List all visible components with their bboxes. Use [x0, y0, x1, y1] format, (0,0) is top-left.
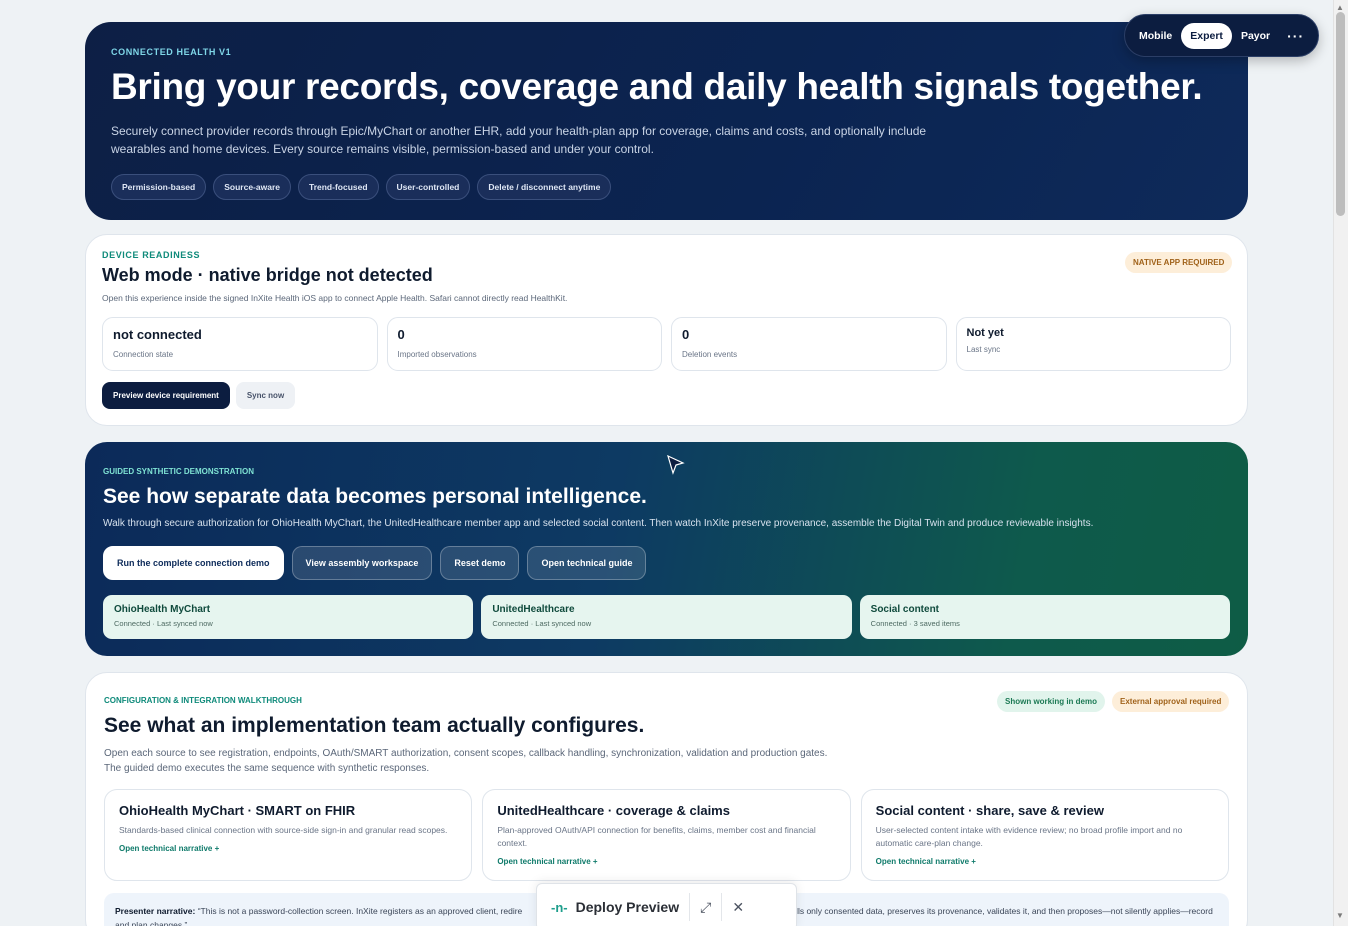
- hero-description: Securely connect provider records throug…: [111, 123, 927, 157]
- deploy-logo-icon: -n-: [551, 899, 568, 915]
- pill-delete-disconnect: Delete / disconnect anytime: [477, 173, 612, 200]
- narrative-text: “This is not a password-collection scree…: [197, 906, 523, 916]
- mode-mobile-button[interactable]: Mobile: [1130, 23, 1181, 49]
- stat-value: 0: [397, 327, 405, 342]
- source-ohiohealth[interactable]: OhioHealth MyChart Connected · Last sync…: [103, 595, 474, 639]
- scroll-up-icon[interactable]: ▲: [1336, 3, 1344, 12]
- stat-label: Connection state: [113, 350, 174, 359]
- mode-payor-button[interactable]: Payor: [1232, 23, 1279, 49]
- stat-label: Last sync: [966, 345, 1001, 354]
- external-approval-badge: External approval required: [1112, 691, 1230, 712]
- run-connection-demo-button[interactable]: Run the complete connection demo: [103, 546, 284, 580]
- connected-sources: OhioHealth MyChart Connected · Last sync…: [103, 595, 1230, 639]
- stat-value: Not yet: [966, 327, 1004, 339]
- close-icon[interactable]: ✕: [732, 899, 744, 916]
- config-title: See what an implementation team actually…: [104, 714, 645, 737]
- open-technical-narrative-link[interactable]: Open technical narrative +: [876, 857, 1214, 866]
- open-technical-narrative-link[interactable]: Open technical narrative +: [119, 844, 457, 853]
- tile-title: UnitedHealthcare · coverage & claims: [497, 803, 730, 818]
- stat-last-sync: Not yet Last sync: [955, 317, 1231, 371]
- divider: [689, 893, 691, 921]
- stat-connection-state: not connected Connection state: [102, 317, 378, 371]
- deploy-preview-bar: -n- Deploy Preview ⤢ ✕: [536, 883, 797, 926]
- tile-ohiohealth-smart-fhir: OhioHealth MyChart · SMART on FHIR Stand…: [104, 789, 473, 881]
- expand-icon[interactable]: ⤢: [700, 899, 711, 916]
- demo-title: See how separate data becomes personal i…: [103, 485, 647, 508]
- open-technical-narrative-link[interactable]: Open technical narrative +: [497, 857, 835, 866]
- view-assembly-workspace-button[interactable]: View assembly workspace: [291, 546, 433, 580]
- reset-demo-button[interactable]: Reset demo: [440, 546, 520, 580]
- native-app-required-badge: NATIVE APP REQUIRED: [1125, 252, 1233, 273]
- demo-description: Walk through secure authorization for Oh…: [103, 518, 1094, 529]
- mode-switch: Mobile Expert Payor ···: [1124, 14, 1319, 57]
- hero-eyebrow: CONNECTED HEALTH V1: [111, 47, 232, 57]
- tile-description: Standards-based clinical connection with…: [119, 825, 448, 835]
- device-stats: not connected Connection state 0 Importe…: [102, 317, 1231, 371]
- pill-source-aware: Source-aware: [213, 173, 291, 200]
- source-name: OhioHealth MyChart: [114, 604, 211, 615]
- deploy-preview-label[interactable]: Deploy Preview: [576, 899, 680, 915]
- stat-label: Imported observations: [397, 350, 477, 359]
- tile-title: Social content · share, save & review: [875, 803, 1104, 818]
- hero-banner: CONNECTED HEALTH V1 Bring your records, …: [85, 22, 1248, 220]
- pill-permission-based: Permission-based: [111, 173, 207, 200]
- tile-social-content: Social content · share, save & review Us…: [860, 789, 1229, 881]
- tile-description: User-selected content intake with eviden…: [875, 825, 1183, 848]
- stat-value: not connected: [113, 327, 202, 342]
- pill-trend-focused: Trend-focused: [297, 173, 379, 200]
- source-status: Connected · Last synced now: [492, 619, 592, 628]
- config-description: Open each source to see registration, en…: [104, 748, 828, 774]
- device-subtitle: Open this experience inside the signed I…: [102, 293, 568, 303]
- stat-value: 0: [682, 327, 690, 342]
- pill-user-controlled: User-controlled: [385, 173, 471, 200]
- source-social-content[interactable]: Social content Connected · 3 saved items: [859, 595, 1230, 639]
- source-name: UnitedHealthcare: [492, 604, 575, 615]
- tile-unitedhealthcare-claims: UnitedHealthcare · coverage & claims Pla…: [482, 789, 851, 881]
- scroll-down-icon[interactable]: ▼: [1336, 911, 1344, 920]
- mode-expert-button[interactable]: Expert: [1181, 22, 1232, 49]
- hero-pill-list: Permission-based Source-aware Trend-focu…: [111, 173, 1222, 200]
- mouse-cursor-icon: [667, 455, 685, 475]
- more-options-icon[interactable]: ···: [1287, 28, 1304, 44]
- tile-title: OhioHealth MyChart · SMART on FHIR: [119, 803, 356, 818]
- device-title: Web mode · native bridge not detected: [102, 265, 433, 285]
- source-status: Connected · 3 saved items: [870, 619, 960, 628]
- source-unitedhealthcare[interactable]: UnitedHealthcare Connected · Last synced…: [481, 595, 852, 639]
- source-name: Social content: [870, 604, 940, 615]
- narrative-label: Presenter narrative:: [115, 906, 196, 916]
- hero-title: Bring your records, coverage and daily h…: [111, 66, 1203, 107]
- source-status: Connected · Last synced now: [114, 619, 213, 628]
- integration-tiles: OhioHealth MyChart · SMART on FHIR Stand…: [104, 789, 1229, 881]
- stat-deletion-events: 0 Deletion events: [671, 317, 947, 371]
- tile-description: Plan-approved OAuth/API connection for b…: [497, 825, 816, 848]
- divider: [721, 893, 723, 921]
- device-actions: Preview device requirement Sync now: [102, 382, 1231, 409]
- preview-device-requirement-button[interactable]: Preview device requirement: [102, 382, 230, 409]
- device-readiness-card: DEVICE READINESS Web mode · native bridg…: [85, 234, 1248, 426]
- stat-label: Deletion events: [682, 350, 738, 359]
- device-eyebrow: DEVICE READINESS: [102, 250, 201, 260]
- open-technical-guide-button[interactable]: Open technical guide: [527, 546, 647, 580]
- scrollbar-thumb[interactable]: [1336, 12, 1345, 216]
- shown-working-badge: Shown working in demo: [997, 691, 1105, 712]
- demo-actions: Run the complete connection demo View as…: [103, 546, 1230, 580]
- stat-imported-observations: 0 Imported observations: [386, 317, 662, 371]
- sync-now-button[interactable]: Sync now: [235, 382, 296, 409]
